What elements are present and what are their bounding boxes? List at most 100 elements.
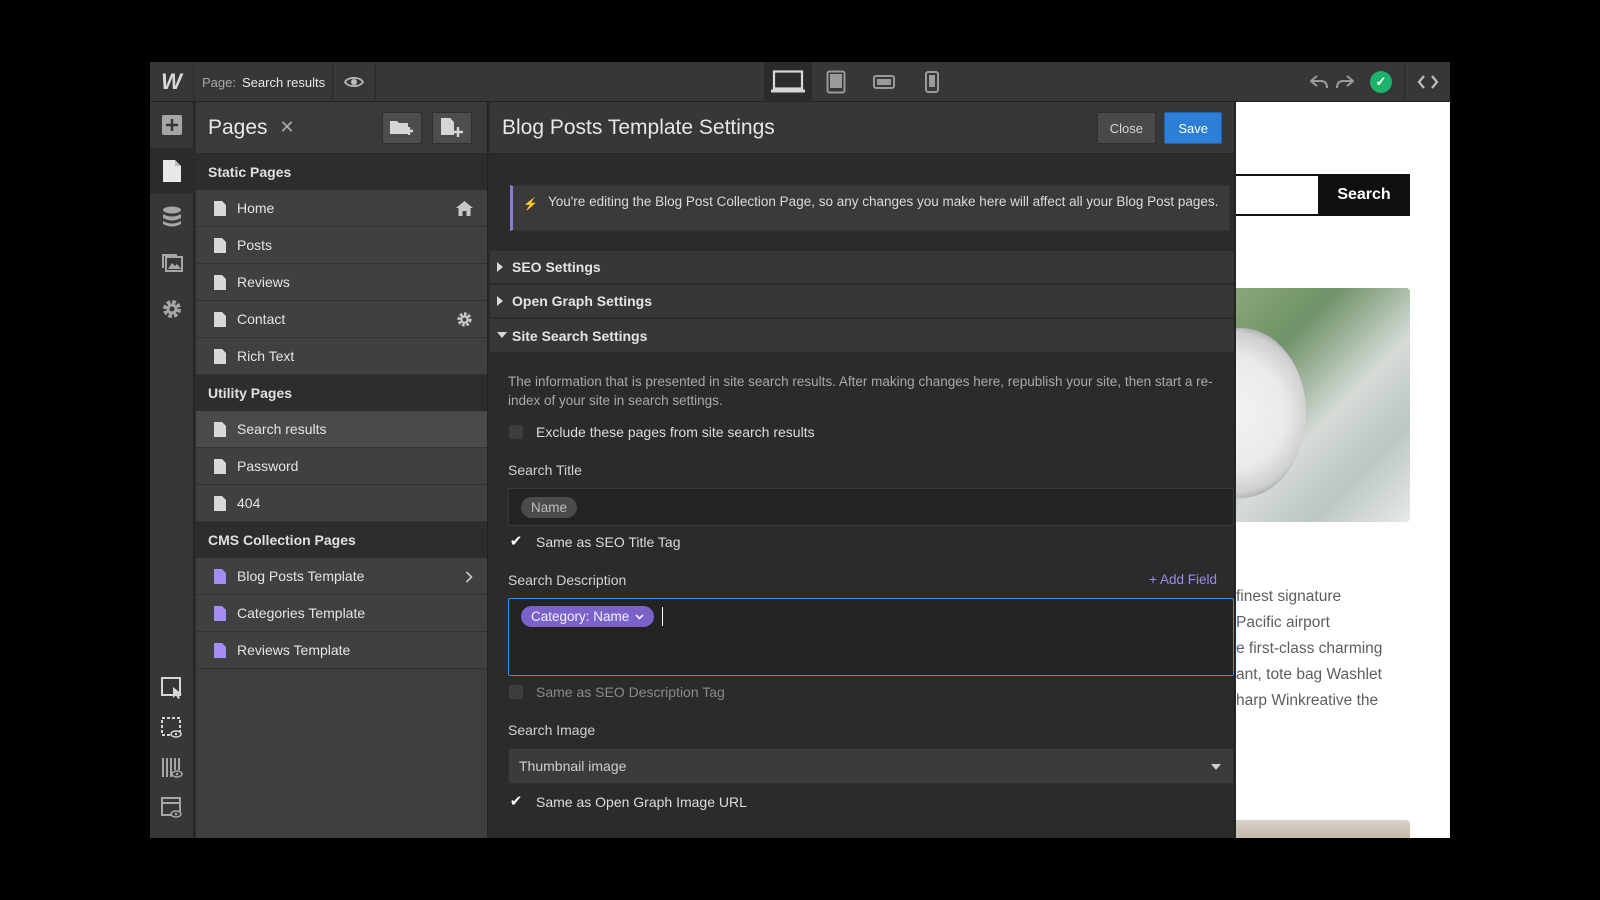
canvas-hero-image[interactable] xyxy=(1236,288,1410,522)
add-field-link[interactable]: + Add Field xyxy=(1149,572,1217,587)
settings-gear-icon[interactable] xyxy=(150,286,194,332)
preview-eye-icon[interactable] xyxy=(332,62,376,102)
caret-down-icon xyxy=(497,332,507,338)
close-icon[interactable]: ✕ xyxy=(280,117,295,138)
page-row-label: Rich Text xyxy=(237,348,295,364)
category-name-token-label: Category: Name xyxy=(531,609,630,624)
caret-right-icon xyxy=(497,296,503,306)
assets-icon[interactable] xyxy=(150,240,194,286)
site-search-label: Site Search Settings xyxy=(512,327,648,344)
site-search-accordion[interactable]: Site Search Settings xyxy=(490,318,1234,352)
notice-text: You're editing the Blog Post Collection … xyxy=(547,194,1219,209)
add-elements-icon[interactable] xyxy=(150,102,194,148)
xray-mode-icon[interactable] xyxy=(150,748,194,788)
body-line: ant, tote bag Washlet xyxy=(1236,666,1382,683)
search-title-field[interactable]: Name xyxy=(508,488,1234,526)
mobile-landscape-icon[interactable] xyxy=(860,62,908,102)
exclude-checkbox[interactable] xyxy=(508,424,524,440)
preview-layout-icon[interactable] xyxy=(150,788,194,828)
canvas-body-text[interactable]: finest signature Pacific airport e first… xyxy=(1236,584,1450,714)
search-title-label: Search Title xyxy=(508,462,582,478)
new-page-button[interactable] xyxy=(432,112,472,144)
designer-app: W Page: Search results ✓ Pages ✕ Static … xyxy=(150,62,1450,838)
tablet-icon[interactable] xyxy=(812,62,860,102)
exclude-label: Exclude these pages from site search res… xyxy=(536,424,815,440)
top-right-controls: ✓ xyxy=(1306,62,1450,102)
same-seo-desc-row[interactable]: Same as SEO Description Tag xyxy=(508,684,725,700)
close-button[interactable]: Close xyxy=(1096,112,1156,144)
same-seo-desc-checkbox[interactable] xyxy=(508,684,524,700)
cms-database-icon[interactable] xyxy=(150,194,194,240)
page-row[interactable]: Posts xyxy=(196,227,487,264)
page-row[interactable]: Categories Template xyxy=(196,595,487,632)
desktop-icon[interactable] xyxy=(764,62,812,102)
dropdown-arrow-icon xyxy=(1211,764,1221,770)
top-bar: W Page: Search results ✓ xyxy=(150,62,1450,102)
mobile-portrait-icon[interactable] xyxy=(908,62,956,102)
publish-status[interactable]: ✓ xyxy=(1358,62,1404,102)
canvas-search-input[interactable] xyxy=(1236,174,1320,216)
home-icon[interactable] xyxy=(456,190,473,227)
page-icon xyxy=(214,237,226,253)
section-heading: Utility Pages xyxy=(196,375,487,411)
search-image-value: Thumbnail image xyxy=(519,758,627,774)
page-row-label: 404 xyxy=(237,495,261,511)
device-switcher xyxy=(764,62,956,102)
body-line: harp Winkreative the xyxy=(1236,692,1379,709)
page-row-label: Blog Posts Template xyxy=(237,568,365,584)
same-seo-title-row[interactable]: ✔ Same as SEO Title Tag xyxy=(508,534,681,551)
search-image-select[interactable]: Thumbnail image xyxy=(508,748,1234,784)
canvas-preview[interactable]: Search finest signature Pacific airport … xyxy=(1236,102,1450,838)
current-page-info: Page: Search results xyxy=(202,62,325,102)
page-row[interactable]: Home xyxy=(196,190,487,227)
new-folder-button[interactable] xyxy=(382,112,422,144)
select-element-icon[interactable] xyxy=(150,668,194,708)
image-subject xyxy=(1236,328,1306,498)
page-name[interactable]: Search results xyxy=(242,75,325,90)
code-icon[interactable] xyxy=(1404,62,1450,102)
left-toolbar xyxy=(150,102,194,838)
undo-icon[interactable] xyxy=(1306,62,1332,102)
folder-add-icon xyxy=(390,121,413,135)
page-row-label: Reviews Template xyxy=(237,642,351,658)
pages-icon[interactable] xyxy=(150,148,194,194)
search-description-field[interactable]: Category: Name xyxy=(508,598,1234,676)
page-icon xyxy=(214,495,226,511)
chevron-right-icon[interactable] xyxy=(465,558,473,595)
page-row[interactable]: Search results xyxy=(196,411,487,448)
open-graph-accordion[interactable]: Open Graph Settings xyxy=(490,284,1234,317)
collection-page-icon xyxy=(214,605,226,621)
caret-right-icon xyxy=(497,262,503,272)
body-line: Pacific airport xyxy=(1236,614,1330,631)
page-row[interactable]: Contact xyxy=(196,301,487,338)
canvas-search-button[interactable]: Search xyxy=(1318,174,1410,216)
name-token[interactable]: Name xyxy=(521,497,578,518)
save-button[interactable]: Save xyxy=(1164,112,1222,144)
page-row[interactable]: 404 xyxy=(196,485,487,522)
page-row-label: Contact xyxy=(237,311,286,327)
page-row[interactable]: Rich Text xyxy=(196,338,487,375)
page-row[interactable]: Blog Posts Template xyxy=(196,558,487,595)
site-search-body: The information that is presented in sit… xyxy=(490,358,1234,838)
seo-settings-accordion[interactable]: SEO Settings xyxy=(490,250,1234,283)
show-element-edges-icon[interactable] xyxy=(150,708,194,748)
body-line: finest signature xyxy=(1236,588,1342,605)
page-icon xyxy=(214,274,226,290)
category-name-token[interactable]: Category: Name xyxy=(521,606,655,627)
same-og-label: Same as Open Graph Image URL xyxy=(536,794,747,810)
gear-icon[interactable] xyxy=(456,301,473,338)
page-label: Page: xyxy=(202,74,236,90)
page-icon xyxy=(214,348,226,364)
page-row[interactable]: Reviews xyxy=(196,264,487,301)
page-row[interactable]: Password xyxy=(196,448,487,485)
settings-header: Blog Posts Template Settings Close Save xyxy=(490,102,1234,154)
redo-icon[interactable] xyxy=(1332,62,1358,102)
exclude-row[interactable]: Exclude these pages from site search res… xyxy=(508,424,815,440)
webflow-logo[interactable]: W xyxy=(150,62,194,102)
page-row[interactable]: Reviews Template xyxy=(196,632,487,669)
same-seo-title-label: Same as SEO Title Tag xyxy=(536,534,681,550)
same-og-checkbox[interactable]: ✔ xyxy=(508,794,524,810)
same-og-row[interactable]: ✔ Same as Open Graph Image URL xyxy=(508,794,747,811)
canvas-bottom-image[interactable] xyxy=(1236,820,1410,838)
same-seo-title-checkbox[interactable]: ✔ xyxy=(508,534,524,550)
